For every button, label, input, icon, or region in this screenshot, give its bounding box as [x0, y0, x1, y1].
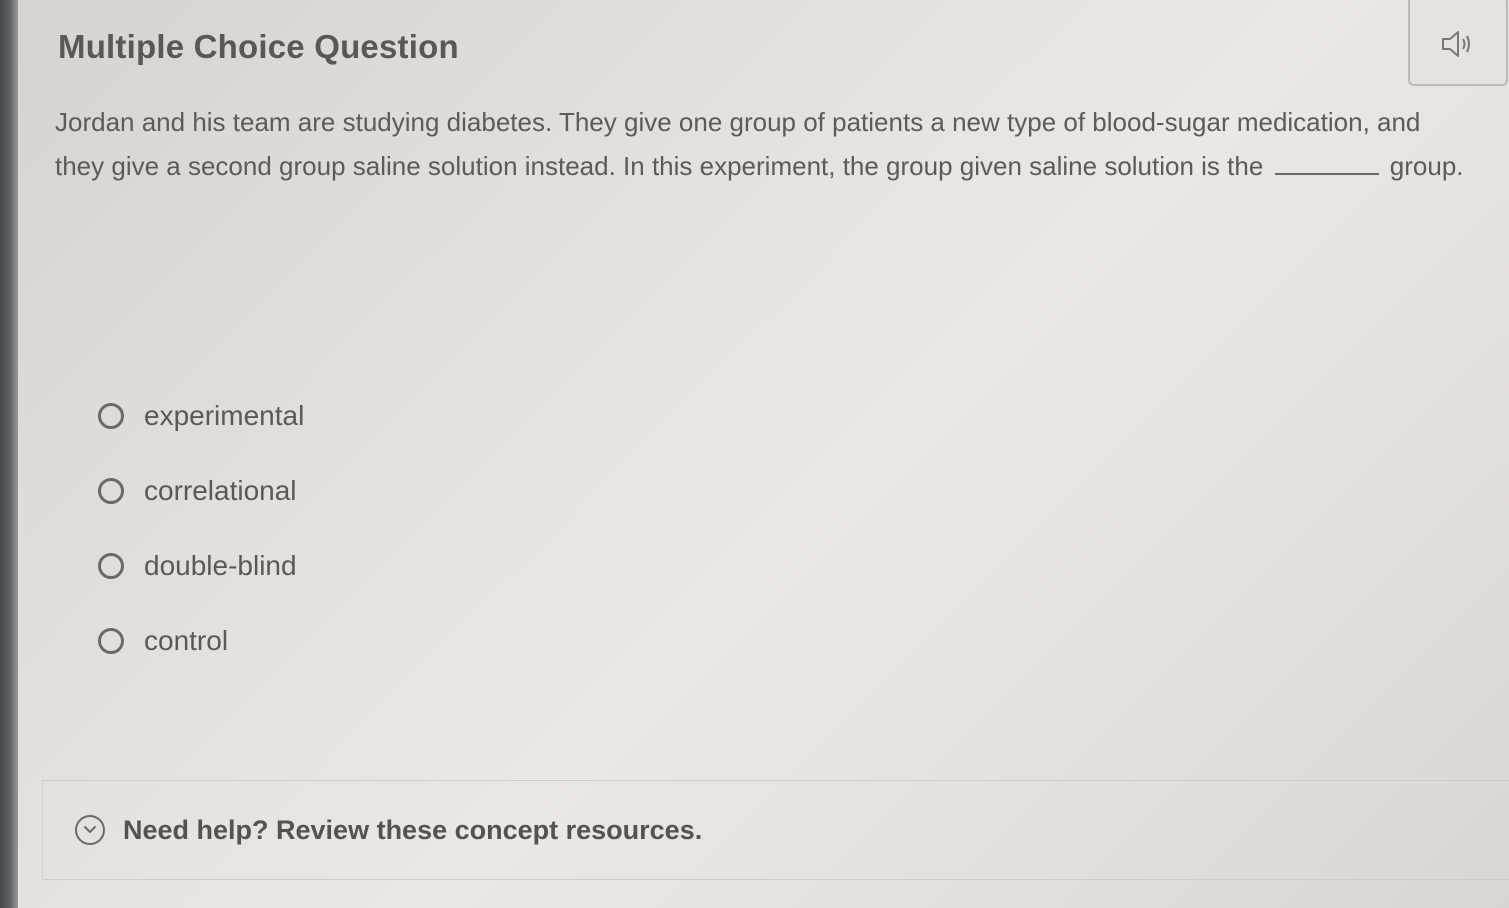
option-double-blind[interactable]: double-blind — [98, 528, 304, 603]
read-aloud-button[interactable] — [1408, 0, 1508, 86]
chevron-down-icon[interactable] — [75, 815, 105, 845]
question-type-title: Multiple Choice Question — [58, 28, 459, 65]
option-correlational[interactable]: correlational — [98, 453, 304, 528]
question-prompt: Jordan and his team are studying diabete… — [55, 100, 1475, 188]
radio-button[interactable] — [98, 627, 124, 654]
option-label: experimental — [144, 399, 305, 431]
radio-button[interactable] — [98, 552, 124, 579]
radio-button[interactable] — [98, 402, 124, 429]
radio-button[interactable] — [98, 477, 124, 504]
option-label: double-blind — [144, 549, 297, 581]
question-text-end: group. — [1389, 151, 1464, 181]
option-experimental[interactable]: experimental — [98, 378, 304, 453]
concept-resources-toggle[interactable]: Need help? Review these concept resource… — [42, 780, 1509, 880]
option-label: correlational — [144, 474, 297, 506]
option-label: control — [144, 624, 229, 656]
window-edge — [0, 0, 18, 908]
speaker-icon — [1442, 31, 1470, 57]
question-text: Jordan and his team are studying diabete… — [55, 107, 1421, 181]
help-label: Need help? Review these concept resource… — [123, 814, 703, 845]
option-control[interactable]: control — [98, 603, 304, 678]
answer-blank — [1274, 163, 1379, 175]
answer-options: experimental correlational double-blind … — [98, 378, 304, 678]
